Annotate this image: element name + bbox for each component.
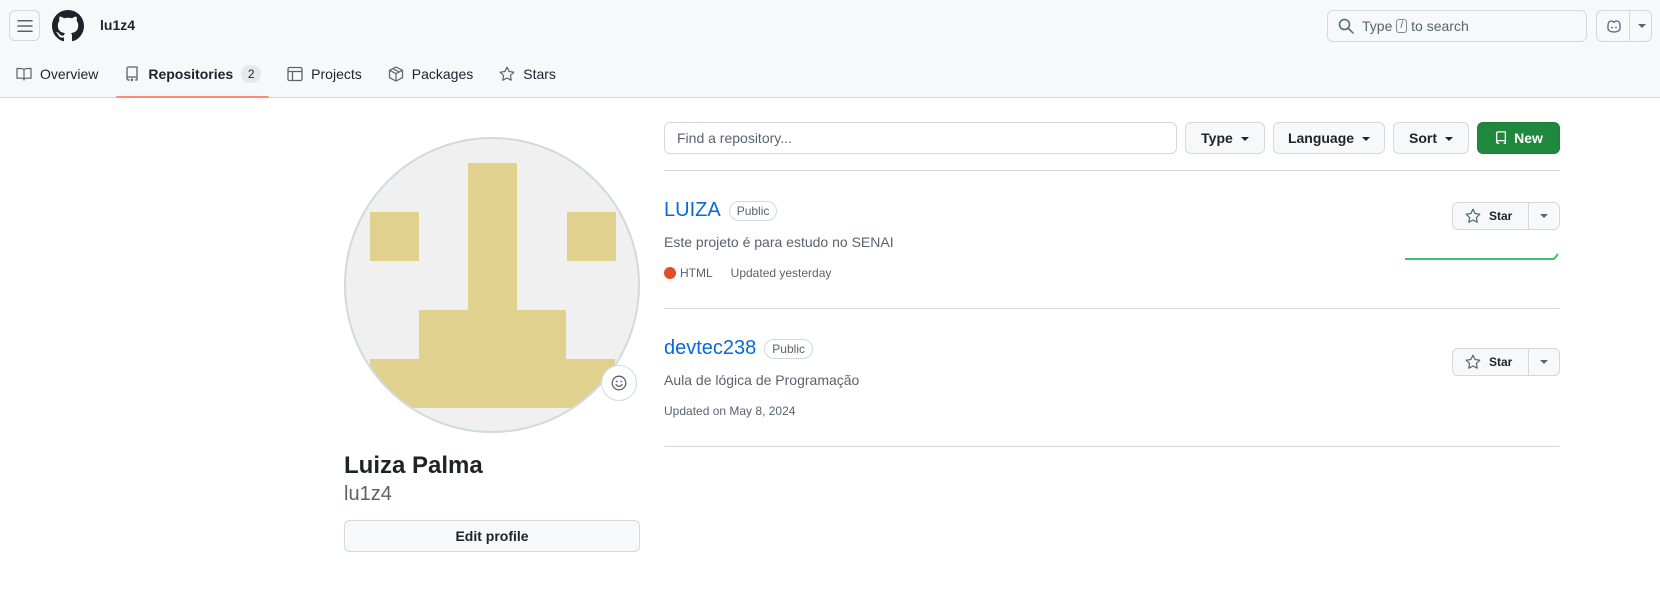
tab-label: Packages bbox=[411, 66, 474, 82]
github-logo-icon[interactable] bbox=[52, 10, 84, 42]
type-filter-label: Type bbox=[1201, 130, 1233, 146]
repo-updated: Updated on May 8, 2024 bbox=[664, 404, 796, 418]
tab-label: Overview bbox=[40, 66, 99, 82]
profile-login: lu1z4 bbox=[344, 483, 392, 505]
repo-title-row: LUIZA Public bbox=[664, 199, 1560, 222]
search-suffix: to search bbox=[1411, 18, 1469, 34]
profile-full-name: Luiza Palma bbox=[344, 452, 483, 479]
header-username[interactable]: lu1z4 bbox=[100, 17, 135, 33]
divider bbox=[664, 446, 1560, 447]
tab-overview[interactable]: Overview bbox=[8, 58, 106, 90]
repo-updated: Updated yesterday bbox=[730, 266, 832, 280]
smiley-icon bbox=[611, 375, 627, 391]
star-label: Star bbox=[1489, 209, 1513, 223]
repo-name-link[interactable]: LUIZA bbox=[664, 199, 721, 222]
edit-profile-button[interactable]: Edit profile bbox=[344, 520, 640, 552]
chevron-down-icon bbox=[1445, 137, 1453, 141]
search-prefix: Type bbox=[1362, 18, 1393, 34]
star-list-dropdown[interactable] bbox=[1529, 203, 1559, 229]
sort-button[interactable]: Sort bbox=[1393, 122, 1469, 154]
set-status-button[interactable] bbox=[601, 365, 637, 401]
sort-label: Sort bbox=[1409, 130, 1437, 146]
star-icon bbox=[499, 66, 515, 81]
chevron-down-icon bbox=[1540, 360, 1548, 364]
hamburger-icon bbox=[16, 19, 33, 32]
star-label: Star bbox=[1489, 355, 1513, 369]
copilot-icon bbox=[1607, 20, 1621, 33]
search-input[interactable]: Type / to search bbox=[1327, 10, 1587, 42]
visibility-badge: Public bbox=[764, 338, 813, 359]
new-repository-button[interactable]: New bbox=[1477, 122, 1560, 154]
tab-label: Projects bbox=[311, 66, 362, 82]
star-button[interactable]: Star bbox=[1453, 203, 1529, 229]
chevron-down-icon bbox=[1540, 214, 1548, 218]
star-button-group: Star bbox=[1452, 348, 1560, 376]
list-item: LUIZA Public Este projeto é para estudo … bbox=[664, 199, 1560, 280]
repo-meta: Updated on May 8, 2024 bbox=[664, 404, 1560, 418]
repo-name-link[interactable]: devtec238 bbox=[664, 337, 756, 360]
star-icon bbox=[1465, 208, 1481, 223]
repo-icon bbox=[1496, 131, 1507, 144]
chevron-down-icon[interactable] bbox=[1638, 24, 1646, 28]
list-item: devtec238 Public Aula de lógica de Progr… bbox=[664, 337, 1560, 418]
type-filter-button[interactable]: Type bbox=[1185, 122, 1265, 154]
tab-label: Stars bbox=[523, 66, 556, 82]
visibility-badge: Public bbox=[728, 200, 778, 221]
repo-meta: HTML Updated yesterday bbox=[664, 266, 1560, 280]
language-color-dot bbox=[664, 267, 676, 279]
chevron-down-icon bbox=[1240, 137, 1249, 141]
find-repository-input[interactable]: Find a repository... bbox=[664, 122, 1177, 154]
repo-title-row: devtec238 Public bbox=[664, 337, 1560, 360]
profile-tabs: Overview Repositories 2 Projects Package… bbox=[8, 58, 574, 98]
repo-description: Aula de lógica de Programação bbox=[664, 372, 860, 388]
divider bbox=[664, 308, 1560, 309]
star-button[interactable]: Star bbox=[1453, 349, 1529, 375]
copilot-button[interactable] bbox=[1596, 10, 1652, 42]
table-icon bbox=[287, 66, 303, 82]
app-header: lu1z4 Type / to search Overview Reposito… bbox=[0, 0, 1660, 98]
new-label: New bbox=[1514, 130, 1543, 146]
star-icon bbox=[1465, 354, 1481, 369]
tab-packages[interactable]: Packages bbox=[380, 58, 481, 90]
identicon-image bbox=[370, 163, 616, 408]
repo-language: HTML bbox=[680, 266, 713, 280]
package-icon bbox=[388, 66, 403, 82]
activity-sparkline bbox=[1405, 253, 1559, 260]
repo-count-badge: 2 bbox=[241, 65, 262, 83]
divider bbox=[664, 170, 1560, 171]
repo-icon bbox=[126, 66, 139, 82]
star-list-dropdown[interactable] bbox=[1529, 349, 1559, 375]
avatar[interactable] bbox=[344, 137, 640, 433]
tab-stars[interactable]: Stars bbox=[491, 58, 564, 90]
book-icon bbox=[16, 67, 32, 81]
open-menu-button[interactable] bbox=[9, 10, 40, 41]
language-filter-button[interactable]: Language bbox=[1273, 122, 1385, 154]
star-button-group: Star bbox=[1452, 202, 1560, 230]
search-shortcut-key: / bbox=[1396, 19, 1408, 33]
tab-label: Repositories bbox=[148, 66, 234, 82]
language-filter-label: Language bbox=[1287, 130, 1355, 146]
copilot-divider bbox=[1629, 11, 1630, 41]
search-icon bbox=[1338, 18, 1354, 34]
chevron-down-icon bbox=[1362, 137, 1371, 141]
tab-repositories[interactable]: Repositories 2 bbox=[116, 58, 269, 98]
tab-projects[interactable]: Projects bbox=[279, 58, 370, 90]
